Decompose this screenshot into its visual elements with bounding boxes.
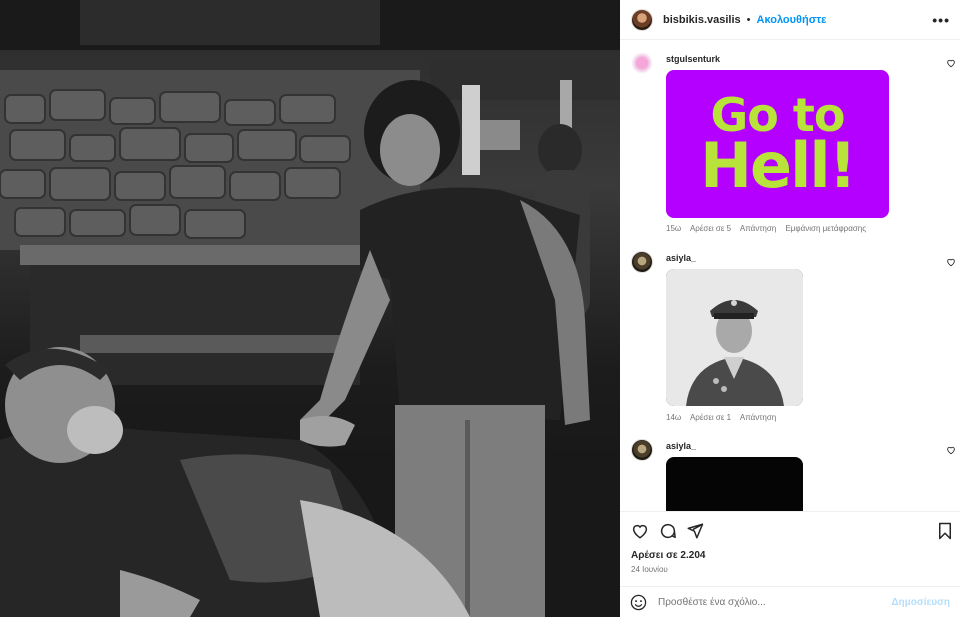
comment-meta: 14ω Αρέσει σε 1 Απάντηση: [666, 413, 783, 422]
like-comment-heart-icon[interactable]: [946, 257, 956, 267]
add-comment-bar: Δημοσίευση: [620, 586, 960, 617]
commenter-avatar[interactable]: [631, 439, 653, 461]
like-heart-icon[interactable]: [631, 522, 649, 540]
comment-gif-sticker[interactable]: Go to Hell!: [666, 70, 889, 218]
comment-likes-link[interactable]: Αρέσει σε 1: [690, 413, 731, 422]
commenter-username[interactable]: stgulsenturk: [666, 54, 720, 64]
comment-time: 15ω: [666, 224, 682, 233]
post-comment-button[interactable]: Δημοσίευση: [891, 597, 950, 608]
comments-list[interactable]: stgulsenturk Go to Hell! 15ω Αρέσει σε 5…: [620, 41, 960, 511]
more-options-icon[interactable]: •••: [932, 12, 950, 28]
comment-meta: 15ω Αρέσει σε 5 Απάντηση Εμφάνιση μετάφρ…: [666, 224, 873, 233]
post-actions-bar: [620, 511, 960, 551]
reply-button[interactable]: Απάντηση: [740, 413, 776, 422]
comment-item: stgulsenturk Go to Hell! 15ω Αρέσει σε 5…: [631, 52, 956, 242]
author-avatar[interactable]: [631, 8, 653, 31]
author-username[interactable]: bisbikis.vasilis: [663, 14, 741, 26]
emoji-smiley-icon[interactable]: [630, 594, 647, 611]
like-comment-heart-icon[interactable]: [946, 58, 956, 68]
reply-button[interactable]: Απάντηση: [740, 224, 776, 233]
comment-item: asiyla_ 14ω Αρέσει σε 1 Απάντηση: [631, 251, 956, 431]
comment-photo[interactable]: [666, 457, 803, 511]
like-comment-heart-icon[interactable]: [946, 445, 956, 455]
likes-count[interactable]: Αρέσει σε 2.204: [631, 550, 705, 561]
comment-item: asiyla_: [631, 439, 956, 511]
photo-illustration: [0, 0, 620, 617]
comment-photo[interactable]: [666, 269, 803, 406]
see-translation-button[interactable]: Εμφάνιση μετάφρασης: [785, 224, 866, 233]
follow-button[interactable]: Ακολουθήστε: [757, 14, 827, 26]
post-photo[interactable]: [0, 0, 620, 617]
comment-likes-link[interactable]: Αρέσει σε 5: [690, 224, 731, 233]
commenter-username[interactable]: asiyla_: [666, 253, 696, 263]
post-header: bisbikis.vasilis • Ακολουθήστε •••: [620, 0, 960, 40]
post-detail-panel: bisbikis.vasilis • Ακολουθήστε ••• stgul…: [620, 0, 960, 617]
commenter-avatar[interactable]: [631, 251, 653, 273]
comment-input[interactable]: [658, 596, 888, 608]
gif-text-line2: Hell!: [700, 128, 857, 202]
separator-dot: •: [746, 13, 751, 26]
commenter-username[interactable]: asiyla_: [666, 441, 696, 451]
save-bookmark-icon[interactable]: [936, 522, 954, 540]
comment-time: 14ω: [666, 413, 682, 422]
military-portrait-image: [666, 269, 803, 406]
share-send-icon[interactable]: [686, 522, 704, 540]
comment-bubble-icon[interactable]: [659, 522, 677, 540]
commenter-avatar[interactable]: [631, 52, 653, 74]
post-date: 24 Ιουνίου: [631, 565, 668, 574]
